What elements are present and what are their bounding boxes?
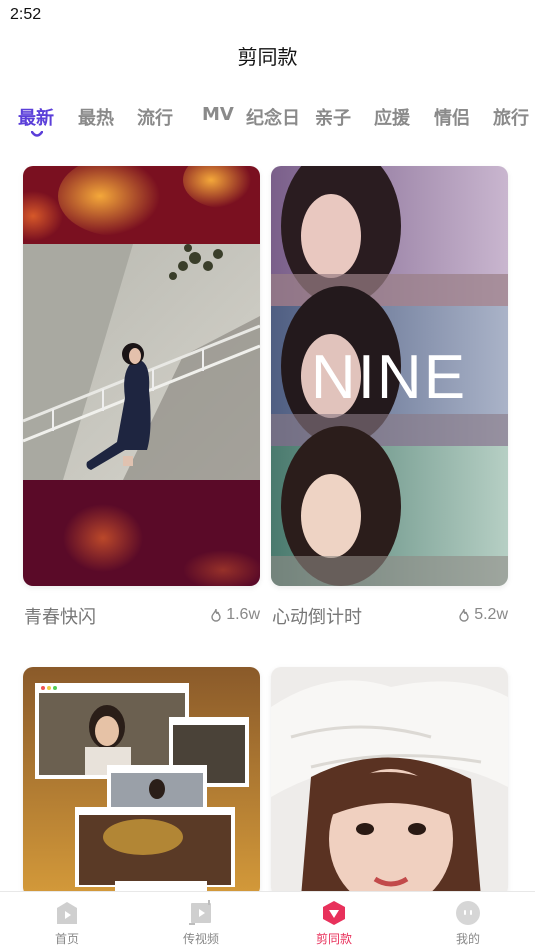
overlay-text: NINE bbox=[311, 343, 467, 412]
flame-icon bbox=[459, 608, 469, 622]
template-thumbnail[interactable]: NINE bbox=[271, 166, 508, 586]
template-card[interactable]: NINE 心动倒计时 5.2w bbox=[271, 166, 508, 636]
nav-profile[interactable]: 我的 bbox=[401, 892, 535, 951]
home-icon bbox=[57, 902, 77, 924]
tab-anniversary[interactable]: 纪念日 bbox=[246, 104, 300, 130]
nav-home[interactable]: 首页 bbox=[0, 892, 134, 951]
template-card[interactable] bbox=[23, 667, 260, 897]
nav-templates[interactable]: 剪同款 bbox=[267, 892, 401, 951]
bottom-nav: 首页 传视频 剪同款 我的 bbox=[0, 891, 535, 951]
nav-label: 我的 bbox=[455, 932, 480, 946]
use-count-value: 1.6w bbox=[226, 606, 260, 623]
use-count: 1.6w bbox=[210, 606, 260, 624]
tab-couples[interactable]: 情侣 bbox=[434, 104, 470, 130]
tab-hottest[interactable]: 最热 bbox=[78, 104, 114, 130]
tab-support[interactable]: 应援 bbox=[374, 104, 410, 130]
template-title: 心动倒计时 bbox=[272, 607, 362, 628]
tab-mv[interactable]: MV bbox=[202, 104, 234, 125]
status-time: 2:52 bbox=[10, 6, 42, 23]
profile-face-icon bbox=[456, 901, 480, 925]
use-count: 5.2w bbox=[458, 606, 508, 624]
template-thumbnail[interactable] bbox=[23, 166, 260, 586]
template-play-icon bbox=[323, 901, 345, 925]
template-card[interactable]: 青春快闪 1.6w bbox=[23, 166, 260, 636]
thumbnail-image bbox=[23, 667, 260, 897]
nav-upload-video[interactable]: 传视频 bbox=[134, 892, 268, 951]
thumbnail-image: NINE bbox=[271, 166, 508, 586]
nav-label: 传视频 bbox=[182, 932, 219, 946]
template-title: 青春快闪 bbox=[24, 607, 96, 628]
template-thumbnail[interactable] bbox=[271, 667, 508, 897]
category-tabs: 最新 最热 流行 MV 纪念日 亲子 应援 情侣 旅行 bbox=[0, 104, 535, 144]
tab-travel[interactable]: 旅行 bbox=[493, 104, 529, 130]
template-thumbnail[interactable] bbox=[23, 667, 260, 897]
upload-video-icon bbox=[189, 900, 211, 925]
nav-label: 首页 bbox=[54, 932, 79, 946]
tab-family[interactable]: 亲子 bbox=[315, 104, 351, 130]
nav-label: 剪同款 bbox=[315, 932, 352, 946]
flame-icon bbox=[211, 608, 221, 622]
use-count-value: 5.2w bbox=[474, 606, 508, 623]
thumbnail-image bbox=[23, 166, 260, 586]
tab-trending[interactable]: 流行 bbox=[137, 104, 173, 130]
page-title: 剪同款 bbox=[237, 45, 298, 69]
active-tab-indicator bbox=[31, 131, 43, 137]
thumbnail-image bbox=[271, 667, 508, 897]
tab-latest[interactable]: 最新 bbox=[18, 104, 54, 130]
status-bar: 2:52 bbox=[0, 0, 535, 30]
template-card[interactable] bbox=[271, 667, 508, 897]
